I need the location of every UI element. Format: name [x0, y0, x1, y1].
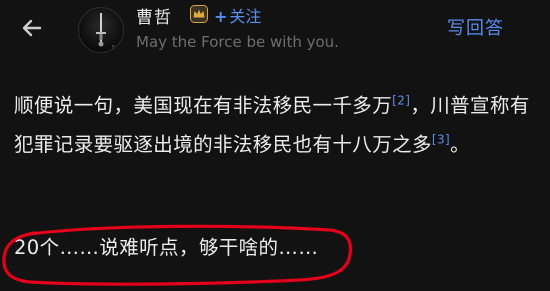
- reference-link-2[interactable]: [2]: [392, 94, 410, 108]
- answer-body: 顺便说一句，美国现在有非法移民一千多万[2]，川普宣称有犯罪记录要驱逐出境的非法…: [14, 86, 539, 164]
- reference-number: 3: [437, 132, 446, 147]
- reference-link-3[interactable]: [3]: [432, 133, 450, 147]
- follow-plus: +: [214, 7, 228, 26]
- back-button[interactable]: [16, 12, 48, 44]
- author-avatar[interactable]: F: [78, 7, 124, 53]
- author-motto: May the Force be with you.: [136, 33, 339, 51]
- follow-label: 关注: [229, 7, 262, 26]
- sword-figure-icon: F: [96, 13, 115, 51]
- svg-text:F: F: [112, 45, 115, 51]
- paragraph-text-c: 。: [450, 133, 471, 156]
- back-arrow-icon: [22, 19, 42, 37]
- answer-paragraph-1: 顺便说一句，美国现在有非法移民一千多万[2]，川普宣称有犯罪记录要驱逐出境的非法…: [14, 86, 539, 164]
- crown-badge-icon: [190, 5, 208, 23]
- write-answer-button[interactable]: 写回答: [447, 14, 504, 40]
- answer-paragraph-2: 20个……说难听点，够干啥的……: [14, 236, 319, 259]
- answer-header: F 曹哲 + 关注 May the Force be with you. 写回答: [0, 0, 550, 60]
- author-name[interactable]: 曹哲: [136, 3, 172, 28]
- paragraph-text-a: 顺便说一句，美国现在有非法移民一千多万: [14, 94, 393, 117]
- follow-button[interactable]: + 关注: [214, 3, 261, 27]
